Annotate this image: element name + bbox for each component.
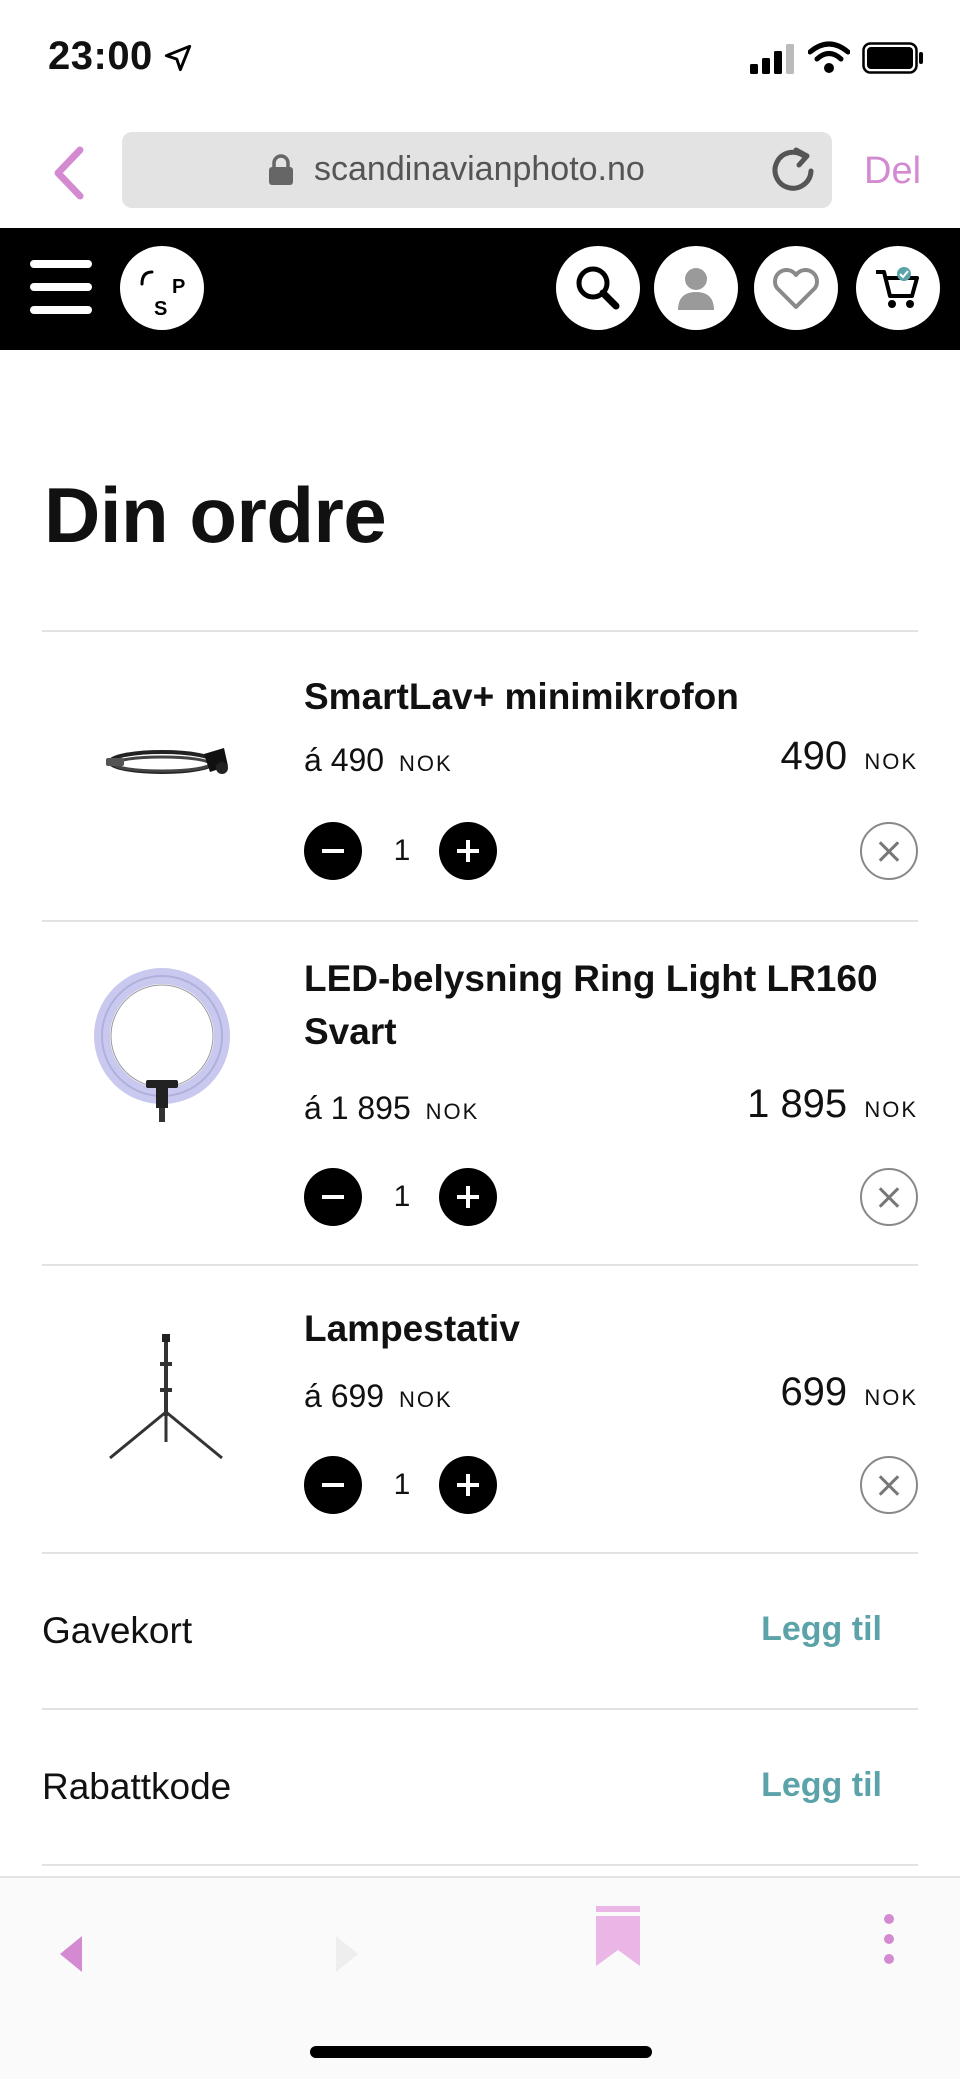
hamburger-menu-icon[interactable] — [30, 260, 92, 316]
unit-price-currency: NOK — [425, 1099, 480, 1124]
remove-item-button[interactable] — [860, 1456, 918, 1514]
quantity-value: 1 — [393, 1468, 411, 1501]
wifi-icon — [808, 41, 850, 73]
line-total-value: 1 895 — [747, 1082, 848, 1126]
unit-price-value: 1 895 — [330, 1090, 411, 1126]
unit-price: á 490 NOK — [304, 742, 453, 779]
discount-code-row: Rabattkode Legg til — [0, 1710, 960, 1864]
line-total: 699 NOK — [780, 1370, 918, 1415]
item-name: LED-belysning Ring Light LR160 Svart — [304, 958, 878, 1052]
status-bar: 23:00 — [0, 0, 960, 120]
microphone-cable-icon — [106, 748, 228, 774]
logo-letter-s: S — [154, 298, 168, 320]
cellular-signal-icon — [750, 44, 794, 74]
status-time: 23:00 — [48, 34, 153, 78]
unit-price-prefix: á — [304, 742, 322, 778]
divider — [42, 1864, 918, 1866]
decrease-quantity-button[interactable] — [304, 822, 362, 880]
url-field[interactable]: scandinavianphoto.no — [122, 132, 832, 208]
line-total: 1 895 NOK — [747, 1082, 918, 1127]
line-total: 490 NOK — [780, 734, 918, 779]
line-total-currency: NOK — [864, 749, 918, 774]
browser-toolbar — [0, 1876, 960, 2079]
url-text: scandinavianphoto.no — [314, 150, 645, 188]
unit-price: á 699 NOK — [304, 1378, 453, 1415]
unit-price-currency: NOK — [398, 751, 453, 776]
add-gift-card-button[interactable]: Legg til — [761, 1610, 882, 1649]
logo-letter-p: P — [172, 276, 186, 298]
user-icon — [678, 268, 714, 310]
gift-card-label: Gavekort — [42, 1610, 193, 1651]
add-discount-code-button[interactable]: Legg til — [761, 1766, 882, 1805]
page-title: Din ordre — [44, 471, 387, 559]
bookmark-icon[interactable] — [596, 1906, 640, 1968]
gift-card-row: Gavekort Legg til — [0, 1554, 960, 1708]
share-button[interactable]: Del — [864, 150, 921, 193]
line-total-currency: NOK — [864, 1385, 918, 1410]
discount-code-label: Rabattkode — [42, 1766, 232, 1807]
order-item: Lampestativ á 699 NOK 699 NOK 1 — [0, 1266, 960, 1556]
unit-price-prefix: á — [304, 1090, 322, 1126]
lock-icon — [269, 154, 293, 185]
decrease-quantity-button[interactable] — [304, 1168, 362, 1226]
quantity-value: 1 — [393, 834, 411, 867]
line-total-currency: NOK — [864, 1097, 918, 1122]
browser-url-bar: scandinavianphoto.no Del — [0, 120, 960, 228]
cart-icon — [876, 267, 919, 308]
search-button[interactable] — [556, 246, 640, 330]
search-icon — [576, 266, 620, 310]
unit-price-prefix: á — [304, 1378, 322, 1414]
remove-item-button[interactable] — [860, 1168, 918, 1226]
battery-icon — [862, 42, 923, 74]
site-logo[interactable]: P S — [120, 246, 204, 330]
order-page: Din ordre SmartLav+ minimikrofon á 490 N… — [0, 350, 960, 1880]
location-arrow-icon — [164, 44, 192, 72]
remove-item-button[interactable] — [860, 822, 918, 880]
increase-quantity-button[interactable] — [439, 1168, 497, 1226]
cart-button[interactable] — [856, 246, 940, 330]
site-header: P S — [0, 228, 960, 350]
increase-quantity-button[interactable] — [439, 822, 497, 880]
tripod-stand-icon — [109, 1334, 223, 1460]
unit-price-value: 490 — [330, 742, 385, 778]
quantity-value: 1 — [393, 1180, 411, 1213]
item-name: SmartLav+ minimikrofon — [304, 676, 739, 717]
order-item: SmartLav+ minimikrofon á 490 NOK 490 NOK… — [0, 632, 960, 922]
line-total-value: 699 — [780, 1370, 848, 1414]
logo-arc-icon — [140, 270, 154, 286]
more-options-icon[interactable] — [884, 1914, 898, 1964]
back-arrow-icon[interactable] — [56, 1932, 86, 1976]
reload-icon[interactable] — [768, 146, 818, 196]
unit-price-value: 699 — [330, 1378, 385, 1414]
forward-arrow-icon — [336, 1936, 358, 1972]
increase-quantity-button[interactable] — [439, 1456, 497, 1514]
browser-back-chevron-icon[interactable] — [48, 144, 88, 202]
home-indicator — [310, 2046, 652, 2058]
unit-price: á 1 895 NOK — [304, 1090, 479, 1127]
heart-icon — [773, 268, 819, 309]
order-item: LED-belysning Ring Light LR160 Svart á 1… — [0, 922, 960, 1266]
decrease-quantity-button[interactable] — [304, 1456, 362, 1514]
unit-price-currency: NOK — [398, 1387, 453, 1412]
ring-light-icon — [94, 968, 230, 1122]
item-name: Lampestativ — [304, 1308, 520, 1349]
line-total-value: 490 — [780, 734, 848, 778]
wishlist-button[interactable] — [754, 246, 838, 330]
account-button[interactable] — [654, 246, 738, 330]
